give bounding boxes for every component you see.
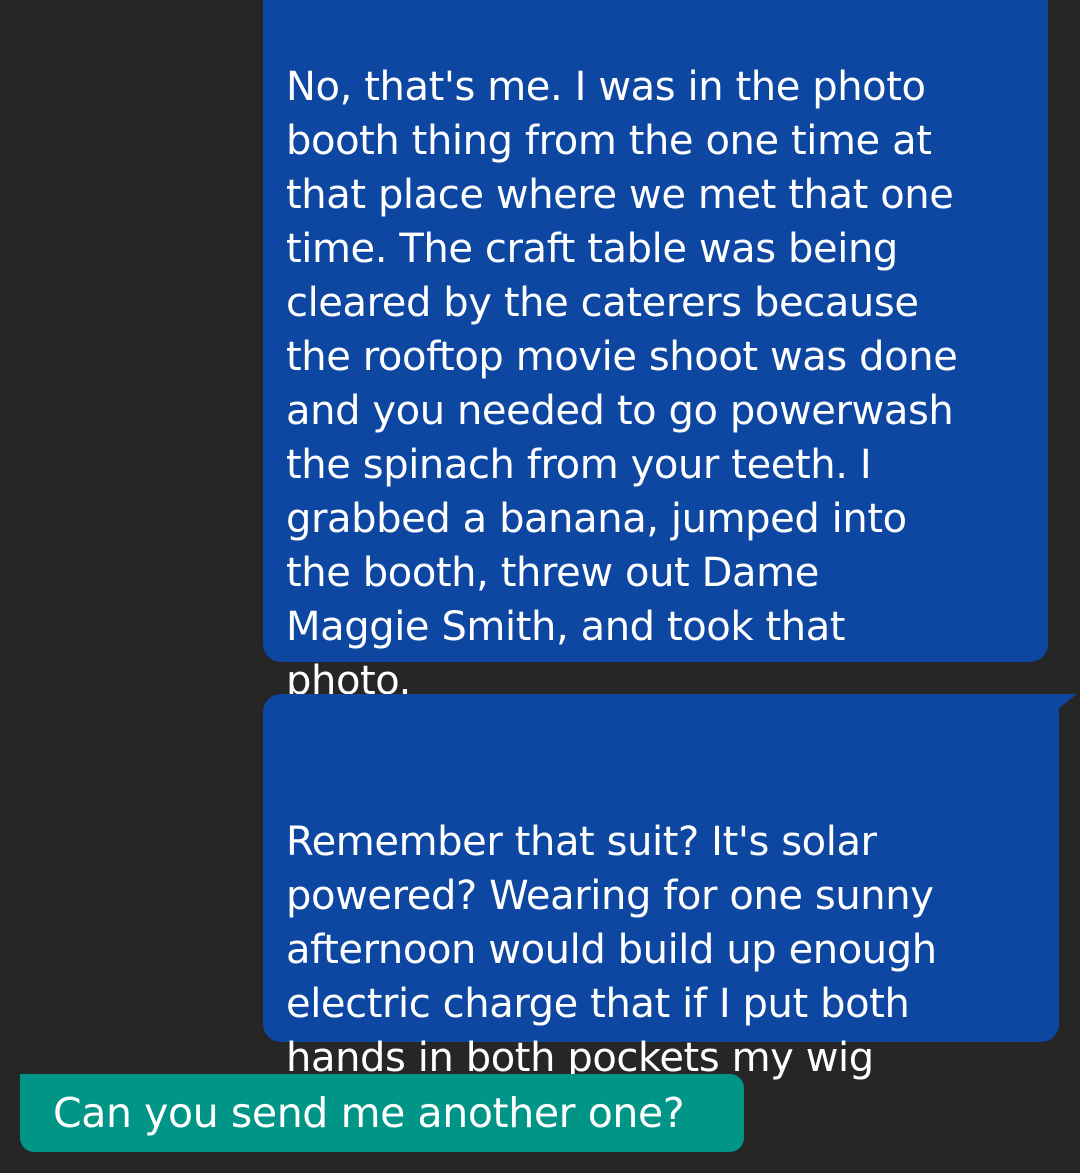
sent-message-bubble[interactable]: No, that's me. I was in the photo booth … bbox=[263, 0, 1048, 704]
message-thread: No, that's me. I was in the photo booth … bbox=[0, 0, 1080, 1173]
bubble-tail bbox=[1059, 694, 1077, 708]
received-message-bubble[interactable]: Can you send me another one? bbox=[20, 1074, 744, 1152]
message-text: Can you send me another one? bbox=[53, 1089, 685, 1137]
sent-message-bubble[interactable]: Remember that suit? It's solar powered? … bbox=[263, 694, 1077, 1135]
message-text: No, that's me. I was in the photo booth … bbox=[286, 64, 958, 704]
